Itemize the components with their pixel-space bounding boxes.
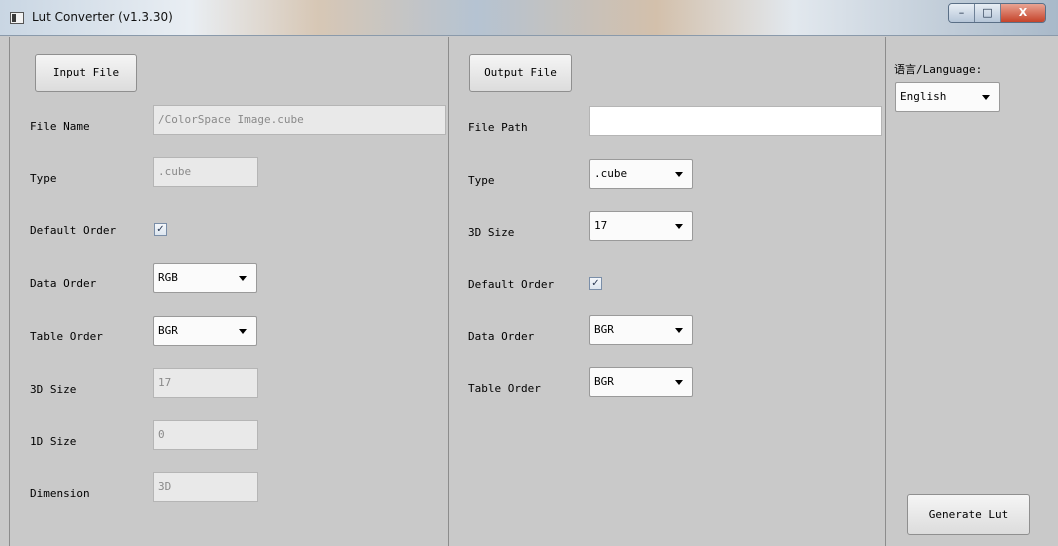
- file-path-label: File Path: [468, 121, 528, 134]
- default-order-label: Default Order: [468, 278, 555, 291]
- chevron-down-icon: [982, 95, 990, 100]
- title-bar: Lut Converter (v1.3.30) – □ X: [0, 0, 1058, 36]
- table-order-select[interactable]: BGR: [153, 316, 257, 346]
- dimension-label: Dimension: [30, 487, 90, 500]
- chevron-down-icon: [675, 328, 683, 333]
- window-title: Lut Converter (v1.3.30): [32, 10, 173, 24]
- input-file-button[interactable]: Input File: [35, 54, 137, 92]
- size3d-label: 3D Size: [30, 383, 77, 396]
- input-panel: Input File File Name /ColorSpace Image.c…: [9, 37, 449, 546]
- chevron-down-icon: [239, 329, 247, 334]
- window-controls: – □ X: [948, 3, 1046, 23]
- chevron-down-icon: [239, 276, 247, 281]
- file-path-field[interactable]: [589, 106, 882, 136]
- table-order-value: BGR: [594, 375, 614, 388]
- generate-lut-button[interactable]: Generate Lut: [907, 494, 1030, 535]
- data-order-label: Data Order: [30, 277, 97, 290]
- type-select[interactable]: .cube: [589, 159, 693, 189]
- language-select[interactable]: English: [895, 82, 1000, 112]
- table-order-label: Table Order: [30, 330, 103, 343]
- data-order-value: RGB: [158, 271, 178, 284]
- maximize-button[interactable]: □: [975, 4, 1001, 22]
- table-order-value: BGR: [158, 324, 178, 337]
- type-value: .cube: [594, 167, 628, 180]
- dimension-field[interactable]: 3D: [153, 472, 258, 502]
- default-order-label: Default Order: [30, 224, 117, 237]
- data-order-select[interactable]: BGR: [589, 315, 693, 345]
- language-value: English: [900, 90, 947, 103]
- type-field[interactable]: .cube: [153, 157, 258, 187]
- file-name-label: File Name: [30, 120, 90, 133]
- language-label: 语言/Language:: [894, 63, 983, 76]
- chevron-down-icon: [675, 380, 683, 385]
- table-order-label: Table Order: [468, 382, 541, 395]
- app-icon: [10, 12, 24, 24]
- type-label: Type: [468, 174, 495, 187]
- close-button[interactable]: X: [1001, 4, 1045, 22]
- settings-panel: 语言/Language: English Generate Lut: [887, 37, 1058, 546]
- data-order-label: Data Order: [468, 330, 535, 343]
- chevron-down-icon: [675, 224, 683, 229]
- default-order-checkbox[interactable]: ✓: [154, 223, 167, 236]
- size3d-value: 17: [594, 219, 608, 232]
- size3d-label: 3D Size: [468, 226, 515, 239]
- size1d-label: 1D Size: [30, 435, 77, 448]
- size3d-field[interactable]: 17: [153, 368, 258, 398]
- default-order-checkbox[interactable]: ✓: [589, 277, 602, 290]
- minimize-button[interactable]: –: [949, 4, 975, 22]
- size1d-field[interactable]: 0: [153, 420, 258, 450]
- output-panel: Output File File Path Type .cube 3D Size…: [449, 37, 886, 546]
- output-file-button[interactable]: Output File: [469, 54, 572, 92]
- chevron-down-icon: [675, 172, 683, 177]
- data-order-value: BGR: [594, 323, 614, 336]
- size3d-select[interactable]: 17: [589, 211, 693, 241]
- table-order-select[interactable]: BGR: [589, 367, 693, 397]
- file-name-field[interactable]: /ColorSpace Image.cube: [153, 105, 446, 135]
- data-order-select[interactable]: RGB: [153, 263, 257, 293]
- type-label: Type: [30, 172, 57, 185]
